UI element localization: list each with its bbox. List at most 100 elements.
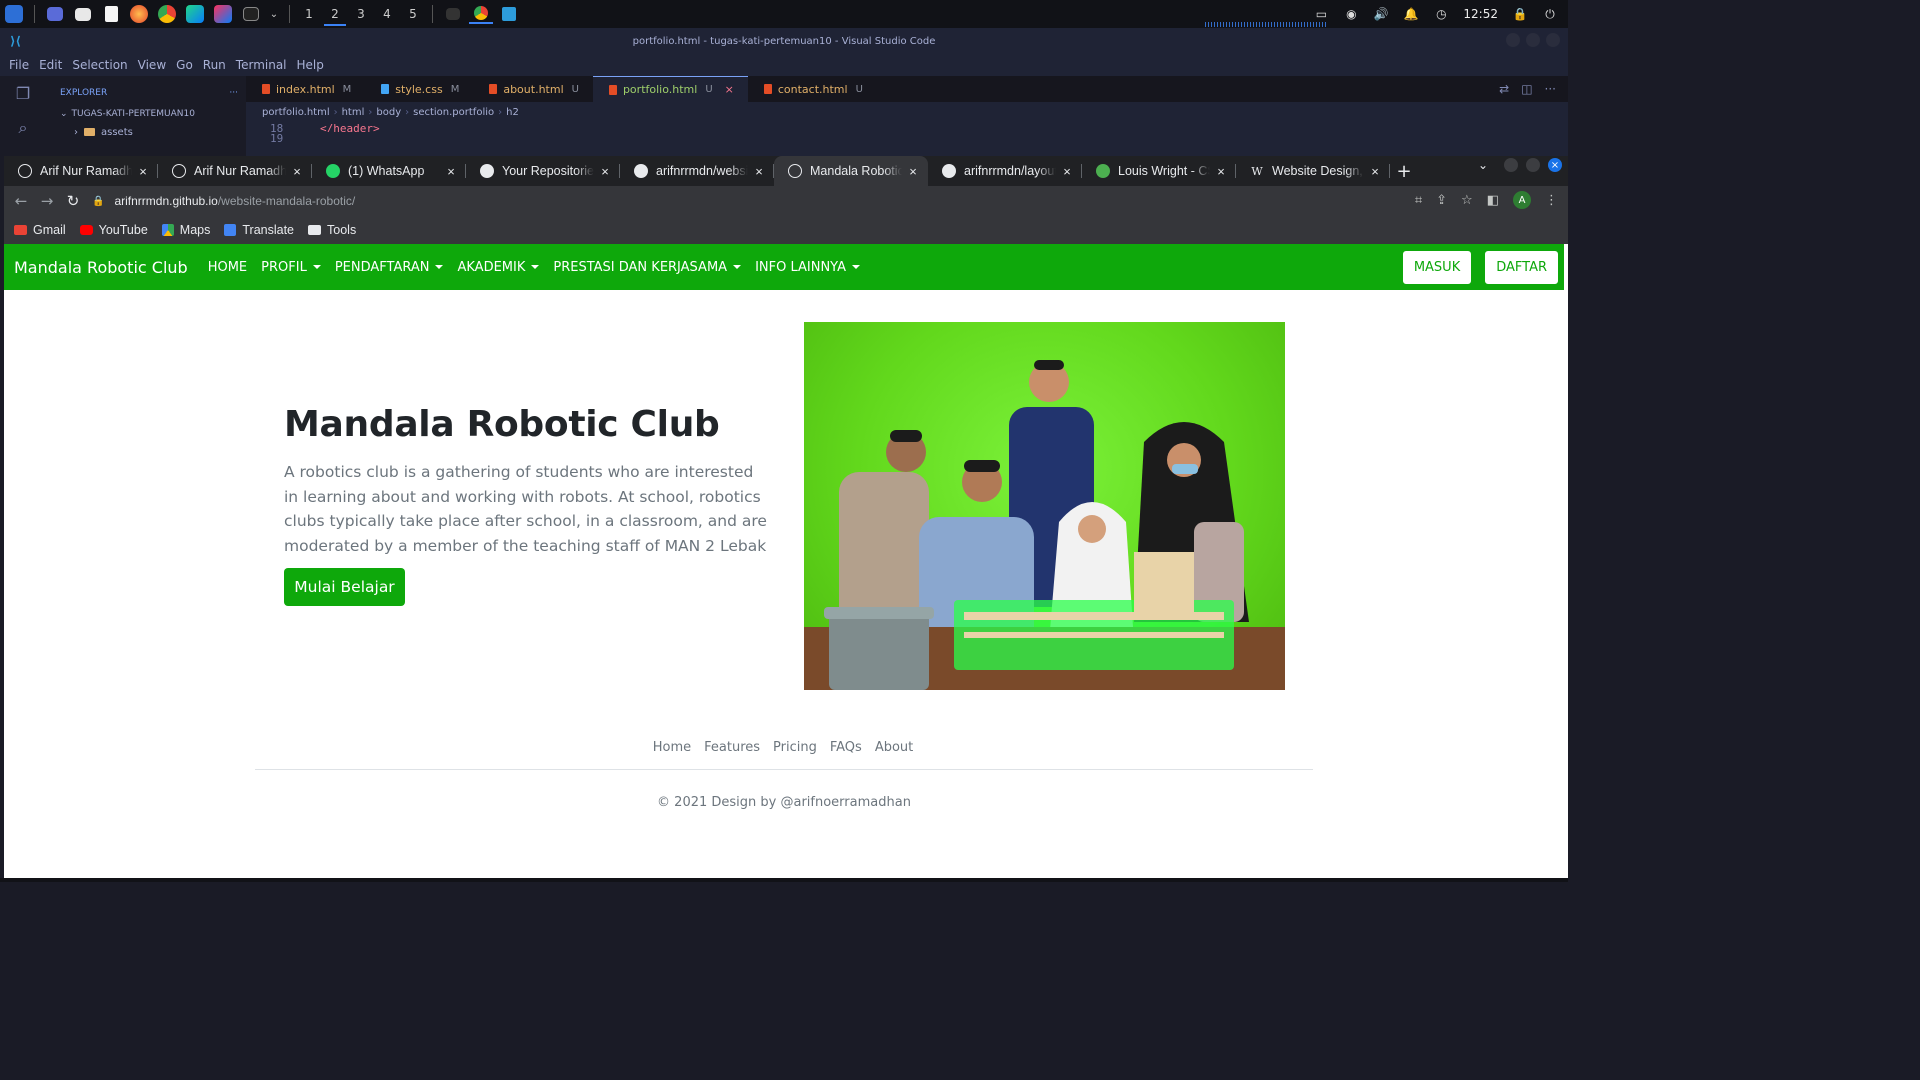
folder-assets[interactable]: › assets <box>60 124 246 140</box>
bell-icon[interactable]: 🔔 <box>1403 7 1419 21</box>
browser-tab[interactable]: arifnrrmdn/layout × <box>928 156 1082 186</box>
window-button-vscode[interactable] <box>497 4 521 24</box>
workspace-4[interactable]: 4 <box>374 0 400 28</box>
browser-tab[interactable]: arifnrrmdn/website × <box>620 156 774 186</box>
browser-tab[interactable]: Your Repositories × <box>466 156 620 186</box>
launcher-icon[interactable] <box>2 4 26 24</box>
breadcrumb-item[interactable]: html <box>342 107 365 118</box>
browser-tab[interactable]: W Website Design, D × <box>1236 156 1390 186</box>
split-editor-icon[interactable]: ◫ <box>1521 82 1532 96</box>
address-bar[interactable]: 🔒 arifnrrmdn.github.io/website-mandala-r… <box>92 194 355 208</box>
close-icon[interactable]: × <box>598 164 612 179</box>
editor-tab-style[interactable]: style.css M <box>365 76 473 102</box>
nav-profil[interactable]: PROFIL <box>261 260 321 275</box>
editor-tab-about[interactable]: about.html U <box>473 76 593 102</box>
breadcrumb-item[interactable]: body <box>376 107 401 118</box>
close-button[interactable] <box>1546 33 1560 47</box>
close-button[interactable]: × <box>1548 158 1562 172</box>
maximize-button[interactable] <box>1526 158 1540 172</box>
menu-file[interactable]: File <box>9 58 29 72</box>
explorer-files-icon[interactable]: ❐ <box>13 84 33 104</box>
intellij-icon[interactable] <box>211 4 235 24</box>
editor-tab-contact[interactable]: contact.html U <box>748 76 877 102</box>
browser-tab[interactable]: Arif Nur Ramadhan × <box>158 156 312 186</box>
breadcrumb-item[interactable]: h2 <box>506 107 519 118</box>
browser-tab[interactable]: (1) WhatsApp × <box>312 156 466 186</box>
lock-icon[interactable]: 🔒 <box>92 196 104 207</box>
editor-tab-index[interactable]: index.html M <box>246 76 365 102</box>
kebab-menu-icon[interactable]: ⋮ <box>1545 193 1558 208</box>
explorer-more-icon[interactable]: ··· <box>229 88 238 98</box>
footer-link-faqs[interactable]: FAQs <box>830 740 862 755</box>
footer-link-about[interactable]: About <box>875 740 913 755</box>
lock-icon[interactable]: 🔒 <box>1512 7 1528 21</box>
close-icon[interactable]: × <box>752 164 766 179</box>
workspace-5[interactable]: 5 <box>400 0 426 28</box>
reload-icon[interactable]: ↻ <box>60 188 86 214</box>
menu-go[interactable]: Go <box>176 58 193 72</box>
close-icon[interactable]: × <box>444 164 458 179</box>
bookmark-gmail[interactable]: Gmail <box>14 223 66 237</box>
profile-avatar[interactable]: A <box>1513 191 1531 209</box>
bookmark-translate[interactable]: Translate <box>224 223 294 237</box>
breadcrumb-item[interactable]: portfolio.html <box>262 107 330 118</box>
document-viewer-icon[interactable] <box>99 4 123 24</box>
tab-search-chevron-icon[interactable]: ⌄ <box>1478 158 1488 172</box>
minimize-button[interactable] <box>1504 158 1518 172</box>
close-icon[interactable]: × <box>290 164 304 179</box>
menu-view[interactable]: View <box>138 58 166 72</box>
login-button[interactable]: MASUK <box>1402 251 1472 284</box>
bookmark-tools[interactable]: Tools <box>308 223 356 237</box>
menu-help[interactable]: Help <box>297 58 324 72</box>
nav-pendaftaran[interactable]: PENDAFTARAN <box>335 260 444 275</box>
bookmark-maps[interactable]: Maps <box>161 223 210 237</box>
footer-link-pricing[interactable]: Pricing <box>773 740 817 755</box>
menu-selection[interactable]: Selection <box>72 58 127 72</box>
register-button[interactable]: DAFTAR <box>1485 251 1558 284</box>
code-editor[interactable]: 18 </header> 19 <box>246 122 1568 146</box>
discord-icon[interactable]: ◉ <box>1343 7 1359 21</box>
compare-icon[interactable]: ⇄ <box>1499 82 1509 96</box>
star-icon[interactable]: ☆ <box>1461 193 1473 208</box>
bookmark-youtube[interactable]: YouTube <box>79 223 148 237</box>
close-icon[interactable]: × <box>1060 164 1074 179</box>
menu-edit[interactable]: Edit <box>39 58 62 72</box>
nav-akademik[interactable]: AKADEMIK <box>457 260 540 275</box>
window-button-chrome[interactable] <box>469 4 493 24</box>
share-icon[interactable]: ⇪ <box>1436 193 1447 208</box>
volume-icon[interactable]: 🔊 <box>1373 7 1389 21</box>
show-desktop-icon[interactable] <box>43 4 67 24</box>
minimize-button[interactable] <box>1506 33 1520 47</box>
footer-link-home[interactable]: Home <box>653 740 691 755</box>
breadcrumb-item[interactable]: section.portfolio <box>413 107 494 118</box>
site-brand[interactable]: Mandala Robotic Club <box>14 258 188 277</box>
close-icon[interactable]: × <box>906 164 920 179</box>
maximize-button[interactable] <box>1526 33 1540 47</box>
nav-info-lainnya[interactable]: INFO LAINNYA <box>755 260 861 275</box>
window-button-terminal[interactable] <box>441 4 465 24</box>
chrome-icon[interactable] <box>155 4 179 24</box>
close-icon[interactable]: × <box>136 164 150 179</box>
close-icon[interactable]: × <box>1368 164 1382 179</box>
power-icon[interactable]: ⏻ <box>1542 7 1558 21</box>
screen-icon[interactable]: ▭ <box>1313 7 1329 21</box>
terminal-icon[interactable] <box>239 4 263 24</box>
side-panel-icon[interactable]: ◧ <box>1487 193 1499 208</box>
close-icon[interactable]: × <box>1214 164 1228 179</box>
start-learning-button[interactable]: Mulai Belajar <box>284 568 405 606</box>
nav-home[interactable]: HOME <box>208 260 247 275</box>
firefox-icon[interactable] <box>127 4 151 24</box>
new-tab-button[interactable]: + <box>1390 156 1418 186</box>
footer-link-features[interactable]: Features <box>704 740 760 755</box>
forward-arrow-icon[interactable]: → <box>34 188 60 214</box>
workspace-3[interactable]: 3 <box>348 0 374 28</box>
browser-tab-active[interactable]: Mandala Robotic Club × <box>774 156 928 186</box>
back-arrow-icon[interactable]: ← <box>8 188 34 214</box>
chevron-down-icon[interactable]: ⌄ <box>267 4 281 24</box>
menu-terminal[interactable]: Terminal <box>236 58 287 72</box>
file-manager-icon[interactable] <box>71 4 95 24</box>
menu-run[interactable]: Run <box>203 58 226 72</box>
more-actions-icon[interactable]: ··· <box>1545 82 1556 96</box>
project-folder[interactable]: ⌄ TUGAS-KATI-PERTEMUAN10 <box>60 104 246 124</box>
editor-tab-portfolio[interactable]: portfolio.html U × <box>592 76 748 102</box>
